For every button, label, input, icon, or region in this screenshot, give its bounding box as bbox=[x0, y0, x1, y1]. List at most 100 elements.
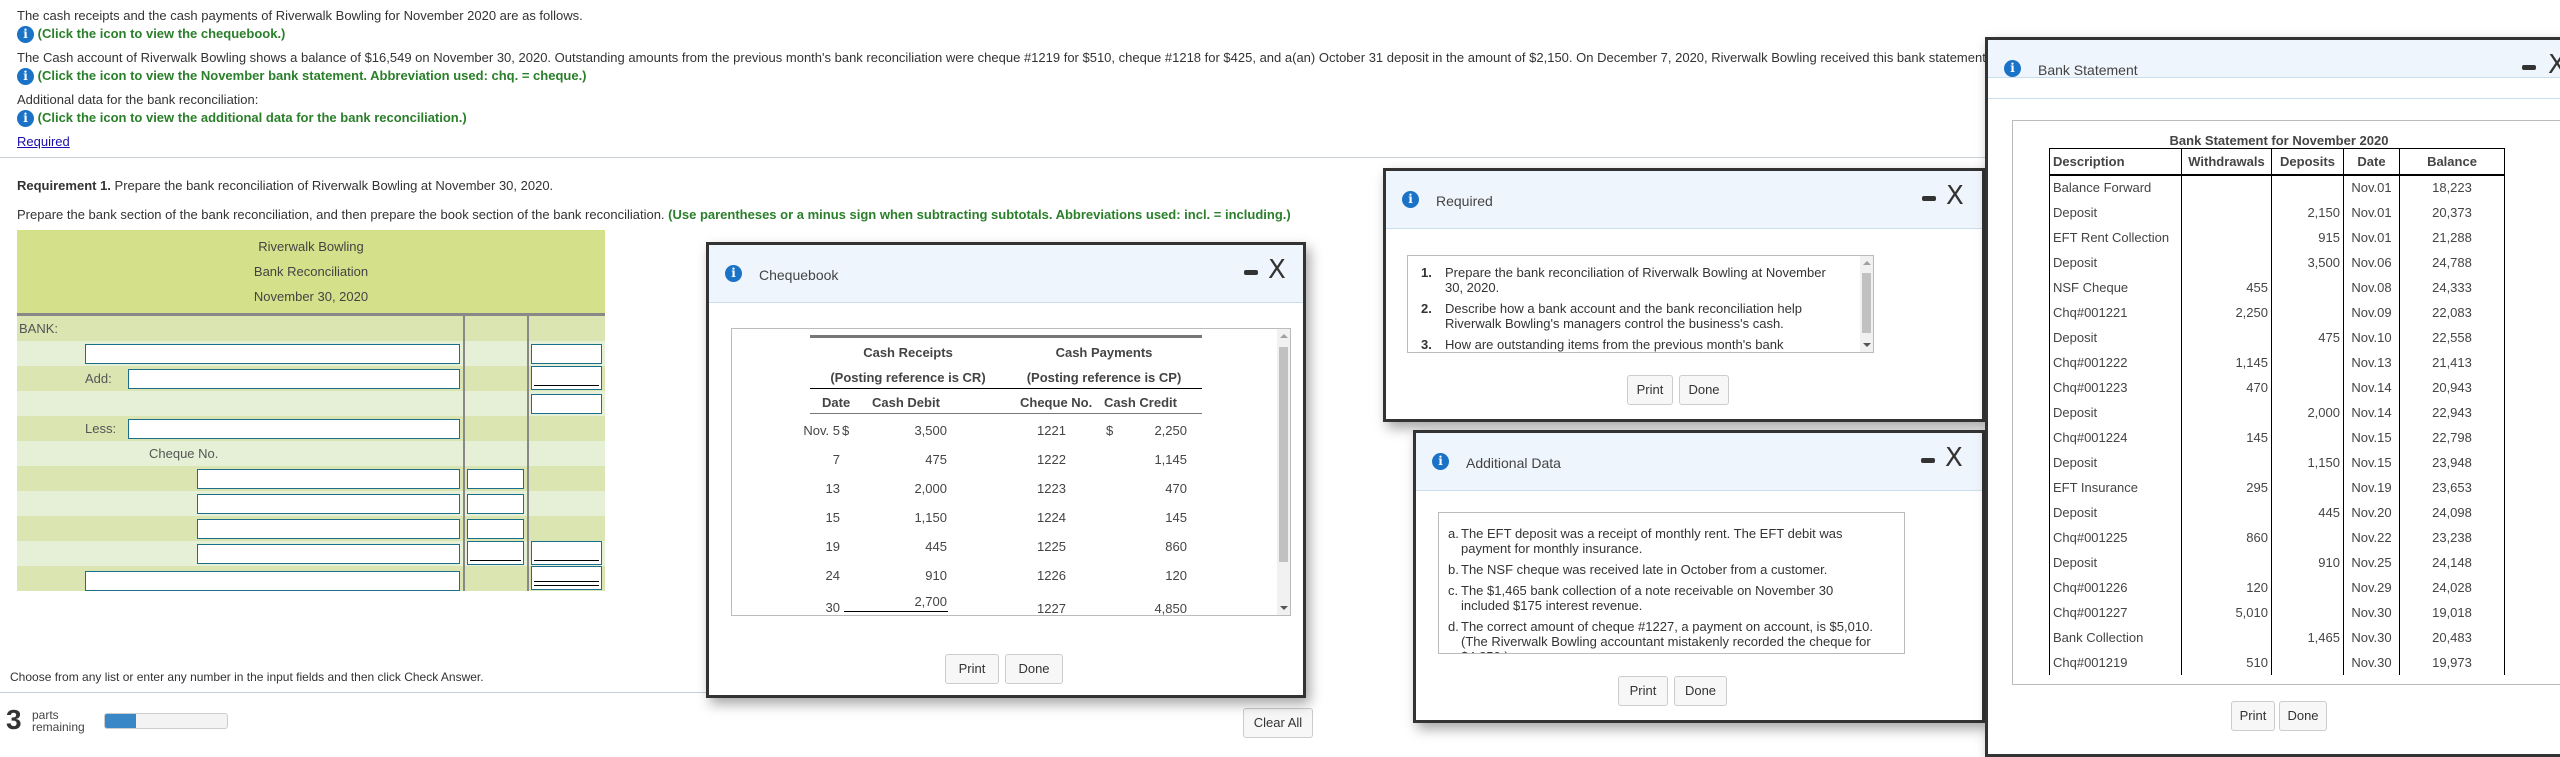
cheque-amount-input[interactable] bbox=[467, 469, 524, 489]
dialog-title: Chequebook bbox=[759, 267, 839, 283]
cheque-description-input[interactable] bbox=[197, 544, 460, 564]
scroll-down-icon[interactable] bbox=[1280, 606, 1288, 610]
balance-cell: 21,288 bbox=[2399, 224, 2505, 250]
required-link[interactable]: Required bbox=[17, 134, 70, 149]
cheque-description-input[interactable] bbox=[197, 519, 460, 539]
required-scrollbar[interactable] bbox=[1860, 256, 1873, 352]
cheque-description-input[interactable] bbox=[197, 494, 460, 514]
date-cell: Nov.22 bbox=[2343, 524, 2400, 550]
intro-line-2: The Cash account of Riverwalk Bowling sh… bbox=[17, 50, 1986, 65]
cheque-description-input[interactable] bbox=[197, 469, 460, 489]
close-icon[interactable]: X bbox=[1946, 181, 1964, 211]
column-header: Date bbox=[2343, 148, 2400, 176]
less-description-input[interactable] bbox=[128, 419, 460, 439]
withdrawals-cell: 145 bbox=[2181, 424, 2272, 450]
table-row: Chq#001225 860 Nov.22 23,238 bbox=[2049, 524, 2505, 550]
deposits-cell: 910 bbox=[2271, 549, 2344, 575]
additional-item-text: The $1,465 bank collection of a note rec… bbox=[1461, 583, 1834, 613]
dialog-title: Bank Statement bbox=[2038, 62, 2138, 78]
chequebook-link-text[interactable]: (Click the icon to view the chequebook.) bbox=[38, 26, 286, 41]
clear-all-button[interactable]: Clear All bbox=[1243, 708, 1313, 738]
additional-data-link[interactable]: i (Click the icon to view the additional… bbox=[17, 110, 467, 128]
minimize-icon[interactable] bbox=[2522, 65, 2536, 70]
done-button[interactable]: Done bbox=[1005, 654, 1063, 684]
chequebook-scrollbar[interactable] bbox=[1277, 329, 1290, 615]
description-cell: Deposit bbox=[2049, 199, 2182, 225]
cheque-amount-input[interactable] bbox=[467, 541, 524, 565]
add-description-input[interactable] bbox=[128, 369, 460, 389]
done-button[interactable]: Done bbox=[2279, 701, 2327, 731]
total-outstanding-input[interactable] bbox=[531, 541, 602, 565]
receipt-amount: 2,700 bbox=[914, 594, 947, 609]
table-row: Deposit 445 Nov.20 24,098 bbox=[2049, 499, 2505, 525]
print-button[interactable]: Print bbox=[945, 654, 999, 684]
close-icon[interactable]: X bbox=[1268, 255, 1286, 285]
date-cell: Nov.06 bbox=[2343, 249, 2400, 275]
dialog-header: i Bank Statement X bbox=[1988, 40, 2560, 80]
statement-link-text[interactable]: (Click the icon to view the November ban… bbox=[38, 68, 587, 83]
print-button[interactable]: Print bbox=[1618, 676, 1668, 706]
adjusted-balance-input[interactable] bbox=[531, 566, 602, 590]
withdrawals-cell: 295 bbox=[2181, 474, 2272, 500]
receipt-date: 7 bbox=[832, 452, 840, 467]
date-cell: Nov.19 bbox=[2343, 474, 2400, 500]
close-icon[interactable]: X bbox=[1945, 443, 1963, 473]
subtotal-input[interactable] bbox=[531, 394, 602, 414]
additional-item-letter: c. bbox=[1448, 583, 1459, 598]
withdrawals-cell: 860 bbox=[2181, 524, 2272, 550]
minimize-icon[interactable] bbox=[1922, 196, 1936, 201]
payment-cheque-no: 1225 bbox=[1037, 539, 1066, 554]
adjusted-balance-description-input[interactable] bbox=[85, 571, 460, 591]
done-button[interactable]: Done bbox=[1674, 676, 1727, 706]
print-button[interactable]: Print bbox=[1627, 375, 1673, 405]
scroll-up-icon[interactable] bbox=[1280, 334, 1288, 338]
cheque-amount-input[interactable] bbox=[467, 519, 524, 539]
date-cell: Nov.29 bbox=[2343, 574, 2400, 600]
scroll-down-icon[interactable] bbox=[1863, 343, 1871, 347]
description-input[interactable] bbox=[85, 344, 460, 364]
instructions-hint: (Use parentheses or a minus sign when su… bbox=[668, 207, 1291, 222]
chequebook-link[interactable]: i (Click the icon to view the chequebook… bbox=[17, 26, 286, 44]
balance-cell: 24,148 bbox=[2399, 549, 2505, 575]
cheque-no-label: Cheque No. bbox=[149, 446, 219, 461]
payment-cheque-no: 1224 bbox=[1037, 510, 1066, 525]
description-cell: NSF Cheque bbox=[2049, 274, 2182, 300]
recon-row-cheque-header: Cheque No. bbox=[17, 441, 605, 466]
done-button[interactable]: Done bbox=[1679, 375, 1729, 405]
statement-link[interactable]: i (Click the icon to view the November b… bbox=[17, 68, 587, 86]
table-row: Deposit 475 Nov.10 22,558 bbox=[2049, 324, 2505, 350]
column-header: Deposits bbox=[2271, 148, 2344, 176]
table-row: EFT Insurance 295 Nov.19 23,653 bbox=[2049, 474, 2505, 500]
recon-row bbox=[17, 391, 605, 416]
chequebook-scroll-area[interactable]: Cash Receipts Cash Payments (Posting ref… bbox=[731, 328, 1291, 616]
deposits-cell bbox=[2271, 349, 2344, 375]
dialog-header: i Additional Data X bbox=[1416, 433, 1982, 491]
info-icon[interactable]: i bbox=[17, 26, 34, 44]
balance-cell: 19,973 bbox=[2399, 649, 2505, 675]
info-icon[interactable]: i bbox=[17, 110, 34, 128]
balance-cell: 18,223 bbox=[2399, 174, 2505, 200]
additional-data-link-text[interactable]: (Click the icon to view the additional d… bbox=[38, 110, 467, 125]
print-button[interactable]: Print bbox=[2231, 701, 2275, 731]
add-amount-input[interactable] bbox=[531, 366, 602, 390]
cheque-amount-input[interactable] bbox=[467, 494, 524, 514]
amount-input[interactable] bbox=[531, 344, 602, 364]
balance-cell: 24,333 bbox=[2399, 274, 2505, 300]
scroll-up-icon[interactable] bbox=[1863, 261, 1871, 265]
info-icon[interactable]: i bbox=[17, 68, 34, 86]
requirement-text: Prepare the bank reconciliation of River… bbox=[110, 178, 554, 193]
recon-date: November 30, 2020 bbox=[17, 284, 605, 316]
scroll-thumb[interactable] bbox=[1862, 273, 1871, 333]
close-icon[interactable]: X bbox=[2548, 50, 2560, 80]
receipts-subheader: (Posting reference is CR) bbox=[830, 370, 986, 385]
withdrawals-cell: 2,250 bbox=[2181, 299, 2272, 325]
table-row: Deposit 1,150 Nov.15 23,948 bbox=[2049, 449, 2505, 475]
table-row: Deposit 910 Nov.25 24,148 bbox=[2049, 549, 2505, 575]
recon-row-add: Add: bbox=[17, 366, 605, 391]
table-row: EFT Rent Collection 915 Nov.01 21,288 bbox=[2049, 224, 2505, 250]
minimize-icon[interactable] bbox=[1921, 458, 1935, 463]
required-scroll-area[interactable]: 1. Prepare the bank reconciliation of Riv… bbox=[1407, 255, 1874, 353]
scroll-thumb[interactable] bbox=[1279, 347, 1288, 562]
table-row: Bank Collection 1,465 Nov.30 20,483 bbox=[2049, 624, 2505, 650]
minimize-icon[interactable] bbox=[1244, 270, 1258, 275]
